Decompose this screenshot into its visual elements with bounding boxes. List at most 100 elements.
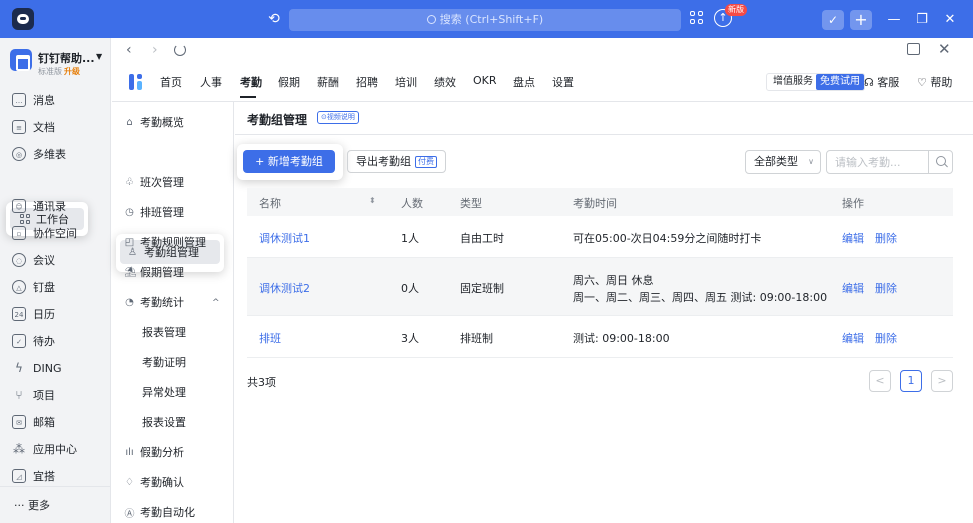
sidebar-item-calendar[interactable]: 24 日历 bbox=[12, 304, 102, 324]
chevron-up-icon[interactable]: ^ bbox=[212, 298, 220, 308]
home-icon: ⌂ bbox=[126, 116, 133, 128]
delete-link[interactable]: 删除 bbox=[875, 330, 897, 346]
sidebar-item-messages[interactable]: … 消息 bbox=[12, 90, 102, 110]
add-attendance-group-button[interactable]: + 新增考勤组 bbox=[243, 150, 335, 173]
tab-attendance[interactable]: 考勤 bbox=[240, 74, 262, 90]
tab-leave[interactable]: 假期 bbox=[278, 74, 300, 90]
close-window-icon[interactable]: ✕ bbox=[940, 10, 960, 30]
subnav-attendance-proof[interactable]: 考勤证明 bbox=[142, 352, 186, 372]
sidebar-item-meeting[interactable]: ◌ 会议 bbox=[12, 250, 102, 270]
subnav-leave-analysis[interactable]: ılı 假勤分析 bbox=[124, 442, 184, 462]
sidebar-item-app-center[interactable]: ⁂ 应用中心 bbox=[12, 439, 102, 459]
sidebar-item-drive[interactable]: △ 钉盘 bbox=[12, 277, 102, 297]
sidebar-item-project[interactable]: ⑂ 项目 bbox=[12, 385, 102, 405]
org-switcher[interactable]: 钉钉帮助... ▼ 标准版 升级 bbox=[8, 46, 108, 80]
new-version-badge: 新版 bbox=[725, 4, 747, 16]
tab-payroll[interactable]: 薪酬 bbox=[317, 74, 339, 90]
group-type: 固定班制 bbox=[460, 282, 504, 295]
subnav-schedule-management[interactable]: ◷ 排班管理 bbox=[124, 202, 184, 222]
yida-icon: ◿ bbox=[12, 469, 26, 483]
sidebar-more-button[interactable]: ··· 更多 bbox=[0, 486, 111, 523]
video-guide-link[interactable]: ⊙视频说明 bbox=[317, 111, 359, 124]
close-tab-icon[interactable]: ✕ bbox=[938, 40, 951, 58]
checkmark-button[interactable]: ✓ bbox=[822, 10, 844, 30]
tab-performance[interactable]: 绩效 bbox=[434, 74, 456, 90]
subnav-automation[interactable]: Ⓐ 考勤自动化 bbox=[124, 502, 196, 522]
history-icon[interactable]: ⟲ bbox=[265, 10, 283, 28]
tab-personnel[interactable]: 人事 bbox=[200, 74, 222, 90]
refresh-icon[interactable] bbox=[174, 44, 186, 56]
sidebar-item-mail[interactable]: ✉ 邮箱 bbox=[12, 412, 102, 432]
member-count: 3人 bbox=[401, 332, 419, 345]
delete-link[interactable]: 删除 bbox=[875, 280, 897, 296]
subnav-rules-management[interactable]: ◰ 考勤规则管理 bbox=[124, 232, 206, 252]
automation-icon: Ⓐ bbox=[124, 508, 135, 520]
type-filter-select[interactable]: 全部类型 ∨ bbox=[745, 150, 821, 174]
contacts-icon: ☺ bbox=[12, 199, 26, 213]
page-title: 考勤组管理 bbox=[247, 113, 308, 127]
apps-grid-icon[interactable] bbox=[690, 11, 704, 25]
tab-okr[interactable]: OKR bbox=[473, 74, 497, 87]
upgrade-link[interactable]: 升级 bbox=[64, 67, 80, 76]
subnav-attendance-confirm[interactable]: ♢ 考勤确认 bbox=[124, 472, 184, 492]
tab-inventory[interactable]: 盘点 bbox=[513, 74, 535, 90]
search-icon[interactable] bbox=[928, 151, 952, 173]
subnav-statistics[interactable]: ◔ 考勤统计 bbox=[124, 292, 184, 312]
tab-settings[interactable]: 设置 bbox=[552, 74, 574, 90]
group-name-link[interactable]: 调休测试2 bbox=[259, 280, 310, 296]
attendance-search-input[interactable] bbox=[835, 155, 925, 169]
member-count: 0人 bbox=[401, 282, 419, 295]
subnav-report-management[interactable]: 报表管理 bbox=[142, 322, 186, 342]
column-header-name: 名称 bbox=[259, 197, 281, 210]
prev-page-button[interactable]: < bbox=[869, 370, 891, 392]
attendance-time: 可在05:00-次日04:59分之间随时打卡 bbox=[573, 232, 762, 245]
popout-icon[interactable] bbox=[907, 43, 920, 55]
subnav-exception-handling[interactable]: 异常处理 bbox=[142, 382, 186, 402]
subnav-shift-management[interactable]: ♧ 班次管理 bbox=[124, 172, 184, 192]
help-link[interactable]: ♡ 帮助 bbox=[917, 74, 952, 90]
sidebar-item-collab-space[interactable]: ▫ 协作空间 bbox=[12, 223, 102, 243]
tab-recruit[interactable]: 招聘 bbox=[356, 74, 378, 90]
minimize-icon[interactable]: — bbox=[884, 10, 904, 30]
sidebar-item-docs[interactable]: ≡ 文档 bbox=[12, 117, 102, 137]
attendance-time: 测试: 09:00-18:00 bbox=[573, 332, 670, 345]
heart-icon: ♡ bbox=[917, 76, 931, 89]
sidebar-item-contacts[interactable]: ☺ 通讯录 bbox=[12, 196, 102, 216]
edit-link[interactable]: 编辑 bbox=[842, 280, 864, 296]
total-count: 共3项 bbox=[247, 376, 276, 389]
subnav-holiday-management[interactable]: ⛱ 假期管理 bbox=[124, 262, 184, 282]
sidebar-item-yida[interactable]: ◿ 宜搭 bbox=[12, 466, 102, 486]
dingtalk-logo-icon[interactable] bbox=[12, 8, 34, 30]
edit-link[interactable]: 编辑 bbox=[842, 230, 864, 246]
mail-icon: ✉ bbox=[12, 415, 26, 429]
tab-home[interactable]: 首页 bbox=[160, 74, 182, 90]
subnav-report-settings[interactable]: 报表设置 bbox=[142, 412, 186, 432]
sidebar-item-todo[interactable]: ✓ 待办 bbox=[12, 331, 102, 351]
table-row: 调休测试2 0人 固定班制 周六、周日 休息 周一、周二、周三、周四、周五 测试… bbox=[247, 258, 953, 316]
delete-link[interactable]: 删除 bbox=[875, 230, 897, 246]
attendance-subnav: ⌂ 考勤概览 ♙ 考勤组管理 ♧ 班次管理 ◷ 排班管理 ◰ 考勤规则管理 ⛱ 假期管理 ◔… bbox=[112, 102, 234, 523]
subnav-overview[interactable]: ⌂ 考勤概览 bbox=[124, 112, 184, 132]
back-icon[interactable]: ‹ bbox=[126, 42, 132, 58]
export-attendance-group-button[interactable]: 导出考勤组 付费 bbox=[347, 150, 446, 173]
page-1-button[interactable]: 1 bbox=[900, 370, 922, 392]
tab-training[interactable]: 培训 bbox=[395, 74, 417, 90]
group-name-link[interactable]: 调休测试1 bbox=[259, 230, 310, 246]
sidebar-item-multi-table[interactable]: ◎ 多维表 bbox=[12, 144, 102, 164]
next-page-button[interactable]: > bbox=[931, 370, 953, 392]
column-header-actions: 操作 bbox=[842, 197, 864, 210]
sidebar-item-ding[interactable]: ϟ DING bbox=[12, 358, 102, 378]
stats-icon: ◔ bbox=[125, 296, 134, 308]
group-type: 自由工时 bbox=[460, 232, 504, 245]
value-added-services-button[interactable]: 增值服务 免费试用 bbox=[766, 73, 865, 91]
table-header: 名称 ⬍ 人数 类型 考勤时间 操作 bbox=[247, 188, 953, 216]
restore-icon[interactable]: ❐ bbox=[912, 10, 932, 30]
customer-service-link[interactable]: ☊ 客服 bbox=[864, 74, 899, 90]
add-button[interactable]: + bbox=[850, 10, 872, 30]
global-search-input[interactable]: 搜索 (Ctrl+Shift+F) bbox=[289, 9, 681, 31]
group-name-link[interactable]: 排班 bbox=[259, 330, 281, 346]
table-row: 排班 3人 排班制 测试: 09:00-18:00 编辑 删除 bbox=[247, 316, 953, 358]
forward-icon[interactable]: › bbox=[152, 42, 158, 58]
sort-icon[interactable]: ⬍ bbox=[369, 196, 376, 205]
edit-link[interactable]: 编辑 bbox=[842, 330, 864, 346]
